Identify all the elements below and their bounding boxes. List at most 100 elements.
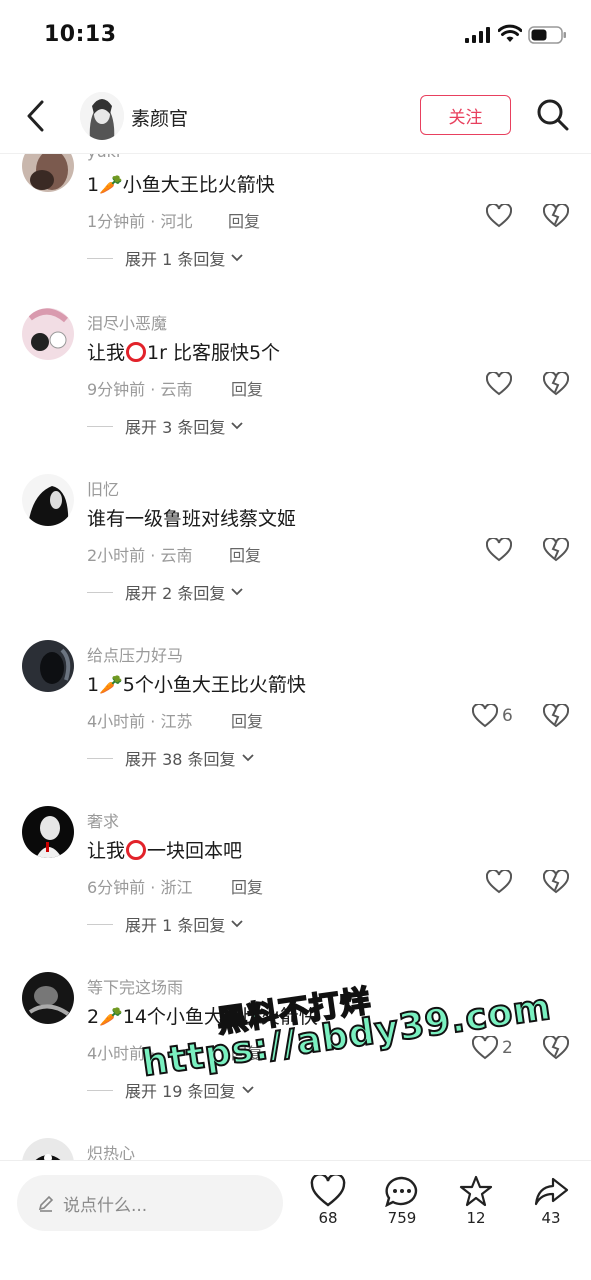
user-avatar[interactable] xyxy=(22,1138,74,1160)
broken-heart-icon[interactable] xyxy=(543,538,569,562)
reply-button[interactable]: 回复 xyxy=(231,1040,263,1064)
expand-replies[interactable]: 展开 3 条回复 xyxy=(87,414,243,438)
reply-button[interactable]: 回复 xyxy=(229,542,261,566)
comment-meta: 4小时前 · xyxy=(87,1044,156,1063)
status-time: 10:13 xyxy=(44,22,117,47)
chevron-down-icon xyxy=(241,1086,254,1094)
chevron-down-icon xyxy=(241,754,254,762)
comment-username[interactable]: 泪尽小恶魔 xyxy=(87,310,167,334)
like-button[interactable] xyxy=(486,204,516,228)
comment-username[interactable]: 给点压力好马 xyxy=(87,642,183,666)
like-count: 2 xyxy=(502,1038,513,1058)
reply-button[interactable]: 回复 xyxy=(228,208,260,232)
expand-replies[interactable]: 展开 1 条回复 xyxy=(87,246,243,270)
comment-text: 让我 一块回本吧 xyxy=(87,840,243,862)
heart-icon xyxy=(486,372,512,396)
user-avatar[interactable] xyxy=(22,806,74,858)
expand-replies[interactable]: 展开 19 条回复 xyxy=(87,1078,254,1102)
author-avatar[interactable] xyxy=(80,92,124,140)
comment-text: 1🥕5个小鱼大王比火箭快 xyxy=(87,674,306,696)
follow-button[interactable]: 关注 xyxy=(420,95,511,135)
comment-item: yuki 1🥕小鱼大王比火箭快 1分钟前 · 河北 回复 展开 1 条回复 xyxy=(0,154,591,306)
heart-icon xyxy=(486,204,512,228)
expand-replies[interactable]: 展开 2 条回复 xyxy=(87,580,243,604)
user-avatar[interactable] xyxy=(22,972,74,1024)
cellular-signal-icon xyxy=(465,27,490,43)
broken-heart-icon[interactable] xyxy=(543,372,569,396)
comment-meta: 1分钟前 · 河北 xyxy=(87,212,193,231)
comment-item: 旧忆 谁有一级鲁班对线蔡文姬 2小时前 · 云南 回复 展开 2 条回复 xyxy=(0,474,591,640)
comment-text: 让我 1r 比客服快5个 xyxy=(87,342,281,364)
expand-label: 展开 1 条回复 xyxy=(125,916,226,935)
wifi-icon xyxy=(498,24,522,42)
broken-heart-icon[interactable] xyxy=(543,704,569,728)
heart-icon xyxy=(472,704,498,728)
broken-heart-icon[interactable] xyxy=(543,1036,569,1060)
favorite-post-button[interactable]: 12 xyxy=(446,1175,506,1227)
author-name[interactable]: 素颜官 xyxy=(131,104,188,131)
comment-list[interactable]: yuki 1🥕小鱼大王比火箭快 1分钟前 · 河北 回复 展开 1 条回复 泪尽… xyxy=(0,154,591,1160)
comment-bubble-icon xyxy=(385,1176,418,1207)
user-avatar[interactable] xyxy=(22,474,74,526)
comment-input-placeholder: 说点什么... xyxy=(63,1195,148,1216)
expand-label: 展开 1 条回复 xyxy=(125,250,226,269)
comment-text: 1🥕小鱼大王比火箭快 xyxy=(87,174,275,196)
like-post-button[interactable]: 68 xyxy=(298,1175,358,1227)
broken-heart-icon[interactable] xyxy=(543,204,569,228)
comment-item: 给点压力好马 1🥕5个小鱼大王比火箭快 4小时前 · 江苏 回复 6 展开 38… xyxy=(0,640,591,806)
comment-meta: 6分钟前 · 浙江 xyxy=(87,878,193,897)
user-avatar[interactable] xyxy=(22,154,74,192)
comment-username[interactable]: 旧忆 xyxy=(87,476,119,500)
reply-button[interactable]: 回复 xyxy=(231,708,263,732)
comment-username[interactable]: 奢求 xyxy=(87,808,119,832)
search-icon[interactable] xyxy=(536,98,570,132)
expand-replies[interactable]: 展开 38 条回复 xyxy=(87,746,254,770)
pencil-icon xyxy=(38,1195,54,1212)
star-icon xyxy=(459,1175,493,1207)
comment-username[interactable]: yuki xyxy=(87,154,120,161)
comment-item: 等下完这场雨 2🥕14个小鱼大王比火箭快 4小时前 · 回复 2 展开 19 条… xyxy=(0,972,591,1138)
comment-item: 奢求 让我 一块回本吧 6分钟前 · 浙江 回复 展开 1 条回复 xyxy=(0,806,591,972)
chevron-down-icon xyxy=(231,422,243,430)
like-button[interactable]: 6 xyxy=(472,704,513,728)
like-button[interactable] xyxy=(486,870,516,894)
comment-text: 谁有一级鲁班对线蔡文姬 xyxy=(87,508,297,530)
broken-heart-icon[interactable] xyxy=(543,870,569,894)
comment-input[interactable]: 说点什么... xyxy=(17,1175,283,1231)
like-button[interactable]: 2 xyxy=(472,1036,513,1060)
reply-button[interactable]: 回复 xyxy=(231,376,263,400)
share-post-button[interactable]: 43 xyxy=(521,1175,581,1227)
comment-username[interactable]: 等下完这场雨 xyxy=(87,974,183,998)
heart-icon xyxy=(310,1175,346,1207)
comment-meta: 4小时前 · 江苏 xyxy=(87,712,193,731)
comment-meta: 9分钟前 · 云南 xyxy=(87,380,193,399)
expand-label: 展开 19 条回复 xyxy=(125,1082,236,1101)
like-post-count: 68 xyxy=(318,1209,338,1227)
comment-post-button[interactable]: 759 xyxy=(372,1175,432,1227)
expand-label: 展开 2 条回复 xyxy=(125,584,226,603)
battery-icon xyxy=(528,26,566,44)
chevron-down-icon xyxy=(231,920,243,928)
status-bar: 10:13 xyxy=(0,0,591,70)
like-button[interactable] xyxy=(486,538,516,562)
comment-item: 泪尽小恶魔 让我 1r 比客服快5个 9分钟前 · 云南 回复 展开 3 条回复 xyxy=(0,308,591,474)
comment-meta: 2小时前 · 云南 xyxy=(87,546,193,565)
red-circle-emoji-icon xyxy=(126,840,147,860)
comment-post-count: 759 xyxy=(387,1209,417,1227)
chevron-down-icon xyxy=(231,254,243,262)
share-post-count: 43 xyxy=(541,1209,561,1227)
red-circle-emoji-icon xyxy=(126,342,147,362)
user-avatar[interactable] xyxy=(22,308,74,360)
top-nav-bar: 素颜官 关注 xyxy=(0,80,591,154)
comment-username[interactable]: 炽热心 xyxy=(87,1140,135,1160)
like-button[interactable] xyxy=(486,372,516,396)
back-arrow-icon[interactable] xyxy=(22,98,52,134)
reply-button[interactable]: 回复 xyxy=(231,874,263,898)
favorite-post-count: 12 xyxy=(466,1209,486,1227)
chevron-down-icon xyxy=(231,588,243,596)
expand-replies[interactable]: 展开 1 条回复 xyxy=(87,912,243,936)
user-avatar[interactable] xyxy=(22,640,74,692)
bottom-action-bar: 说点什么... 68 759 12 43 xyxy=(0,1160,591,1280)
heart-icon xyxy=(486,538,512,562)
comment-item: 炽热心 xyxy=(0,1138,591,1160)
